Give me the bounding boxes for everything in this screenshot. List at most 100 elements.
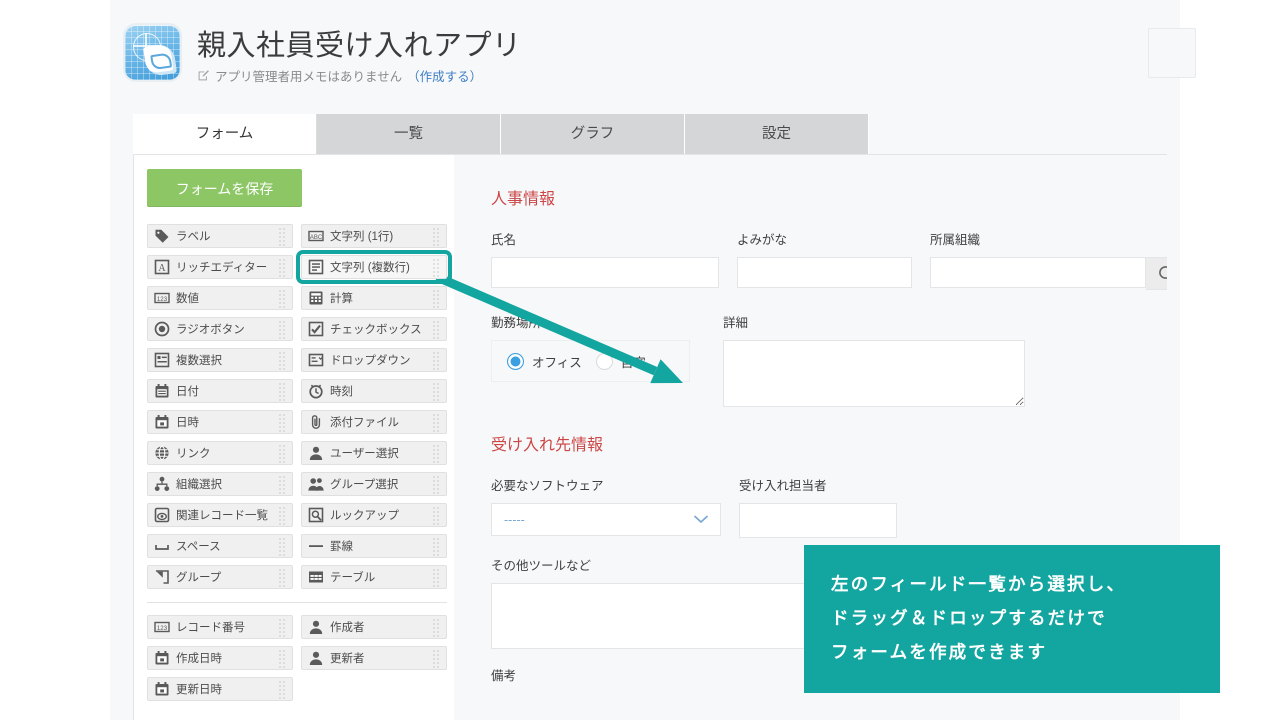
drag-grip-icon[interactable]: [433, 321, 442, 339]
palette-item[interactable]: 関連レコード一覧: [147, 503, 293, 527]
palette-item[interactable]: スペース: [147, 534, 293, 558]
drag-grip-icon[interactable]: [433, 650, 442, 668]
user-icon: [308, 445, 324, 461]
tab-form[interactable]: フォーム: [133, 114, 317, 154]
header-right-box[interactable]: [1148, 28, 1196, 78]
palette-item[interactable]: ドロップダウン: [301, 348, 447, 372]
drag-grip-icon[interactable]: [279, 445, 288, 463]
org-lookup-wrap: [930, 257, 1167, 290]
palette-item-label: 時刻: [330, 386, 353, 398]
palette-item[interactable]: 123 数値: [147, 286, 293, 310]
palette-item[interactable]: 文字列 (複数行): [296, 250, 452, 284]
palette-item[interactable]: リンク: [147, 441, 293, 465]
palette-item[interactable]: ユーザー選択: [301, 441, 447, 465]
drag-grip-icon[interactable]: [279, 414, 288, 432]
palette-item[interactable]: 組織選択: [147, 472, 293, 496]
section-title-host: 受け入れ先情報: [491, 437, 604, 454]
drag-grip-icon[interactable]: [279, 619, 288, 637]
drag-grip-icon[interactable]: [433, 383, 442, 401]
palette-item[interactable]: グループ: [147, 565, 293, 589]
space-icon: [154, 538, 170, 554]
palette-item[interactable]: 123 レコード番号: [147, 615, 293, 639]
drag-grip-icon[interactable]: [433, 569, 442, 587]
tab-list[interactable]: 一覧: [317, 114, 501, 154]
drag-grip-icon[interactable]: [279, 569, 288, 587]
drag-grip-icon[interactable]: [433, 352, 442, 370]
software-select[interactable]: -----: [491, 503, 721, 536]
tag-icon: [154, 228, 170, 244]
radio-option-home[interactable]: 自宅: [595, 352, 646, 371]
palette-item[interactable]: ABC 文字列 (1行): [301, 224, 447, 248]
org-input[interactable]: [930, 257, 1146, 288]
palette-item-label: 文字列 (複数行): [330, 262, 410, 274]
radio-dot-icon: [595, 352, 613, 370]
tab-settings[interactable]: 設定: [685, 114, 869, 154]
form-row-2: 勤務場所 オフィス 自宅 詳細: [491, 312, 1167, 407]
abc-icon: ABC: [308, 228, 324, 244]
drag-grip-icon[interactable]: [433, 507, 442, 525]
palette-item-label: 作成日時: [176, 653, 222, 665]
palette-item[interactable]: 作成日時: [147, 646, 293, 670]
kana-input[interactable]: [737, 257, 912, 288]
palette-item[interactable]: 作成者: [301, 615, 447, 639]
detail-textarea[interactable]: [723, 340, 1025, 407]
drag-grip-icon[interactable]: [433, 445, 442, 463]
workplace-radio-group: オフィス 自宅: [491, 340, 690, 382]
drag-grip-icon[interactable]: [279, 321, 288, 339]
palette-item-label: ドロップダウン: [330, 355, 411, 367]
search-icon[interactable]: [1146, 257, 1167, 290]
palette-group-standard: ラベル A リッチエディター 123 数値ラジオボタン 複数選択日付日時リンク組織選択関連…: [147, 224, 454, 589]
svg-text:ABC: ABC: [310, 235, 323, 241]
drag-grip-icon[interactable]: [279, 259, 288, 277]
drag-grip-icon[interactable]: [279, 352, 288, 370]
palette-item[interactable]: テーブル: [301, 565, 447, 589]
drag-grip-icon[interactable]: [279, 538, 288, 556]
drag-grip-icon[interactable]: [279, 507, 288, 525]
field-name-label: 氏名: [491, 233, 517, 247]
palette-item[interactable]: チェックボックス: [301, 317, 447, 341]
drag-grip-icon[interactable]: [279, 290, 288, 308]
palette-item[interactable]: 日時: [147, 410, 293, 434]
app-admin-memo: アプリ管理者用メモはありません （作成する）: [197, 66, 482, 85]
palette-item[interactable]: 更新者: [301, 646, 447, 670]
radio-option-office[interactable]: オフィス: [507, 352, 582, 371]
drag-grip-icon[interactable]: [279, 650, 288, 668]
owner-input[interactable]: [739, 503, 897, 538]
name-input[interactable]: [491, 257, 719, 288]
drag-grip-icon[interactable]: [433, 259, 442, 277]
palette-item-label: 組織選択: [176, 479, 222, 491]
palette-item[interactable]: 添付ファイル: [301, 410, 447, 434]
drag-grip-icon[interactable]: [279, 228, 288, 246]
palette-item-label: テーブル: [330, 572, 376, 584]
palette-item[interactable]: 罫線: [301, 534, 447, 558]
palette-item-label: 計算: [330, 293, 353, 305]
palette-item[interactable]: 計算: [301, 286, 447, 310]
palette-item[interactable]: ラベル: [147, 224, 293, 248]
drag-grip-icon[interactable]: [433, 619, 442, 637]
related-records-icon: [154, 507, 170, 523]
palette-item[interactable]: ルックアップ: [301, 503, 447, 527]
save-form-button[interactable]: フォームを保存: [147, 169, 302, 207]
drag-grip-icon[interactable]: [433, 538, 442, 556]
memo-create-link[interactable]: （作成する）: [407, 66, 482, 85]
app-globe-icon: [125, 25, 180, 80]
palette-item[interactable]: 時刻: [301, 379, 447, 403]
section-title-hr: 人事情報: [491, 191, 556, 208]
drag-grip-icon[interactable]: [433, 228, 442, 246]
palette-item[interactable]: ラジオボタン: [147, 317, 293, 341]
drag-grip-icon[interactable]: [433, 476, 442, 494]
group-box-icon: [154, 569, 170, 585]
palette-item[interactable]: 複数選択: [147, 348, 293, 372]
drag-grip-icon[interactable]: [279, 476, 288, 494]
drag-grip-icon[interactable]: [279, 681, 288, 699]
palette-item[interactable]: 更新日時: [147, 677, 293, 701]
drag-grip-icon[interactable]: [433, 290, 442, 308]
palette-column-right-system: 作成者 更新者: [301, 615, 447, 701]
drag-grip-icon[interactable]: [433, 414, 442, 432]
drag-grip-icon[interactable]: [279, 383, 288, 401]
field-kana-label: よみがな: [737, 233, 788, 247]
tab-graph[interactable]: グラフ: [501, 114, 685, 154]
palette-item[interactable]: グループ選択: [301, 472, 447, 496]
palette-item[interactable]: 日付: [147, 379, 293, 403]
palette-item[interactable]: A リッチエディター: [147, 255, 293, 279]
